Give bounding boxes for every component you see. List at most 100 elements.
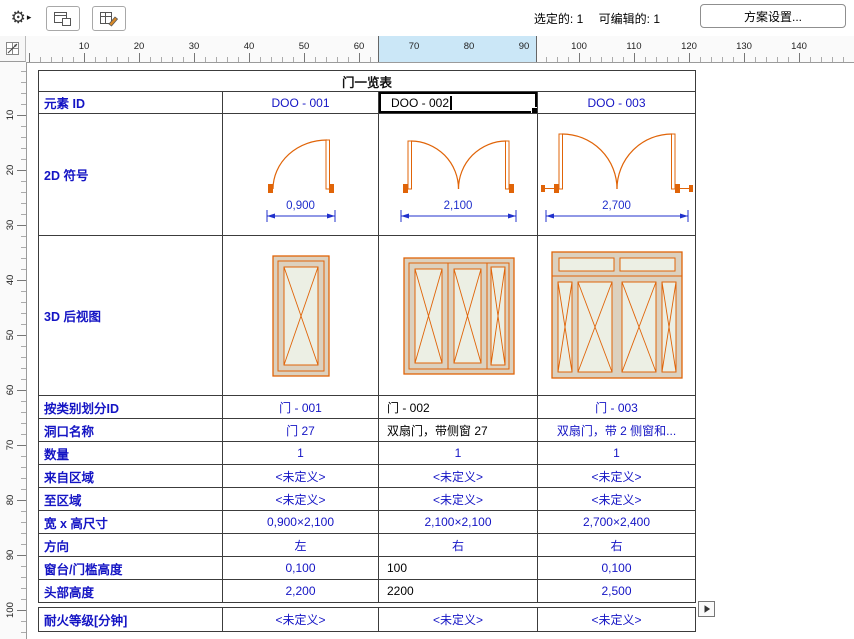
cell-3d-view-2[interactable] [379,236,538,396]
ruler-label: 70 [408,41,420,52]
cell-from-zone-1[interactable]: <未定义> [223,465,379,488]
layout-icon [54,11,71,26]
cell-from-zone-3[interactable]: <未定义> [538,465,696,488]
cell-sill-height-3[interactable]: 0,100 [538,557,696,580]
cell-to-zone-1[interactable]: <未定义> [223,488,379,511]
cell-sill-height-1[interactable]: 0,100 [223,557,379,580]
cell-orientation-1[interactable]: 左 [223,534,379,557]
row-label-2d-symbol[interactable]: 2D 符号 [39,114,223,236]
cell-quantity-2[interactable]: 1 [379,442,538,465]
cell-fire-rating-2[interactable]: <未定义> [379,608,538,632]
ruler-label: 90 [5,549,16,561]
cell-id-by-type-2[interactable]: 门 - 002 [379,396,538,419]
ruler-label: 100 [571,41,587,52]
cell-opening-name-3[interactable]: 双扇门，带 2 侧窗和... [538,419,696,442]
row-label-id-by-type[interactable]: 按类别划分ID [39,396,223,419]
cell-fire-rating-1[interactable]: <未定义> [223,608,379,632]
cell-head-height-3[interactable]: 2,500 [538,580,696,603]
door-schedule-table-continued: 耐火等级[分钟] <未定义> <未定义> <未定义> [38,607,696,632]
schedule-window: ⚙ ▸ 选定的: 1 可编辑的: 1 方案设置... 10 20 30 40 5… [0,0,854,639]
scheme-settings-button[interactable]: 方案设置... [700,4,846,28]
row-label-from-zone[interactable]: 来自区域 [39,465,223,488]
door-3d-view-double-sidelight [403,257,515,375]
cell-opening-name-2[interactable]: 双扇门，带侧窗 27 [379,419,538,442]
ruler-label: 30 [188,41,200,52]
cell-3d-view-3[interactable] [538,236,696,396]
vertical-ruler[interactable]: 10 20 30 40 50 60 70 80 90 100 [0,62,27,639]
selected-count: 1 [576,12,584,26]
schedule-title[interactable]: 门一览表 [39,71,696,92]
cell-sill-height-2[interactable]: 100 [379,557,538,580]
row-label-3d-view[interactable]: 3D 后视图 [39,236,223,396]
selection-handle[interactable] [531,107,537,113]
cell-fire-rating-3[interactable]: <未定义> [538,608,696,632]
ruler-label: 140 [791,41,807,52]
ruler-label: 80 [463,41,475,52]
ruler-label: 110 [626,41,642,52]
format-options-button[interactable] [92,6,126,31]
row-label-element-id[interactable]: 元素 ID [39,92,223,114]
gear-icon: ⚙ [10,8,26,27]
selection-status: 选定的: 1 可编辑的: 1 [534,10,660,27]
cell-orientation-2[interactable]: 右 [379,534,538,557]
ruler-label: 70 [5,439,16,451]
ruler-label: 40 [243,41,255,52]
row-label-sill-height[interactable]: 窗台/门槛高度 [39,557,223,580]
row-label-orientation[interactable]: 方向 [39,534,223,557]
cell-width-height-2[interactable]: 2,100×2,100 [379,511,538,534]
cell-element-id-2-editing[interactable]: DOO - 002 [379,92,538,114]
layout-options-button[interactable] [46,6,80,31]
door-3d-view-double-transom [551,251,683,379]
ruler-label: 60 [5,384,16,396]
ruler-label: 20 [133,41,145,52]
scheme-settings-menu-button[interactable]: ⚙ ▸ [4,4,38,31]
cell-id-by-type-3[interactable]: 门 - 003 [538,396,696,419]
cell-opening-name-1[interactable]: 门 27 [223,419,379,442]
editable-label: 可编辑的: [598,12,650,26]
cell-head-height-2[interactable]: 2200 [379,580,538,603]
cell-2d-symbol-1[interactable]: 0,900 [223,114,379,236]
door-3d-view-single [272,255,330,377]
cell-element-id-3[interactable]: DOO - 003 [538,92,696,114]
dimension-label: 0,900 [286,200,315,212]
right-arrow-icon [704,605,710,613]
door-2d-symbol-double [400,140,517,222]
toolbar: ⚙ ▸ 选定的: 1 可编辑的: 1 方案设置... [0,0,854,37]
row-label-to-zone[interactable]: 至区域 [39,488,223,511]
row-label-quantity[interactable]: 数量 [39,442,223,465]
cell-orientation-3[interactable]: 右 [538,534,696,557]
ruler-label: 50 [298,41,310,52]
ruler-origin-button[interactable] [0,36,26,62]
ruler-label: 60 [353,41,365,52]
ruler-label: 10 [78,41,90,52]
cell-quantity-1[interactable]: 1 [223,442,379,465]
cell-quantity-3[interactable]: 1 [538,442,696,465]
cell-head-height-1[interactable]: 2,200 [223,580,379,603]
cell-from-zone-2[interactable]: <未定义> [379,465,538,488]
ruler-label: 90 [518,41,530,52]
editable-count: 1 [653,12,660,26]
cell-id-by-type-1[interactable]: 门 - 001 [223,396,379,419]
cell-3d-view-1[interactable] [223,236,379,396]
row-label-opening-name[interactable]: 洞口名称 [39,419,223,442]
cell-to-zone-2[interactable]: <未定义> [379,488,538,511]
cell-element-id-1[interactable]: DOO - 001 [223,92,379,114]
dimension-label: 2,700 [602,200,631,212]
cell-2d-symbol-3[interactable]: 2,700 [538,114,696,236]
scroll-right-button[interactable] [698,601,715,617]
dropdown-arrow-icon: ▸ [26,12,32,22]
row-label-head-height[interactable]: 头部高度 [39,580,223,603]
horizontal-ruler[interactable]: 10 20 30 40 50 60 70 80 90 100 110 120 1… [0,36,854,63]
edit-text: DOO - 002 [391,95,450,110]
row-label-width-height[interactable]: 宽 x 高尺寸 [39,511,223,534]
row-label-fire-rating[interactable]: 耐火等级[分钟] [39,608,223,632]
cell-width-height-3[interactable]: 2,700×2,400 [538,511,696,534]
cell-to-zone-3[interactable]: <未定义> [538,488,696,511]
ruler-label: 40 [5,274,16,286]
ruler-origin-icon [5,41,19,55]
cell-2d-symbol-2[interactable]: 2,100 [379,114,538,236]
ruler-label: 30 [5,219,16,231]
cell-width-height-1[interactable]: 0,900×2,100 [223,511,379,534]
format-pencil-icon [100,11,119,27]
ruler-label: 10 [5,109,16,121]
